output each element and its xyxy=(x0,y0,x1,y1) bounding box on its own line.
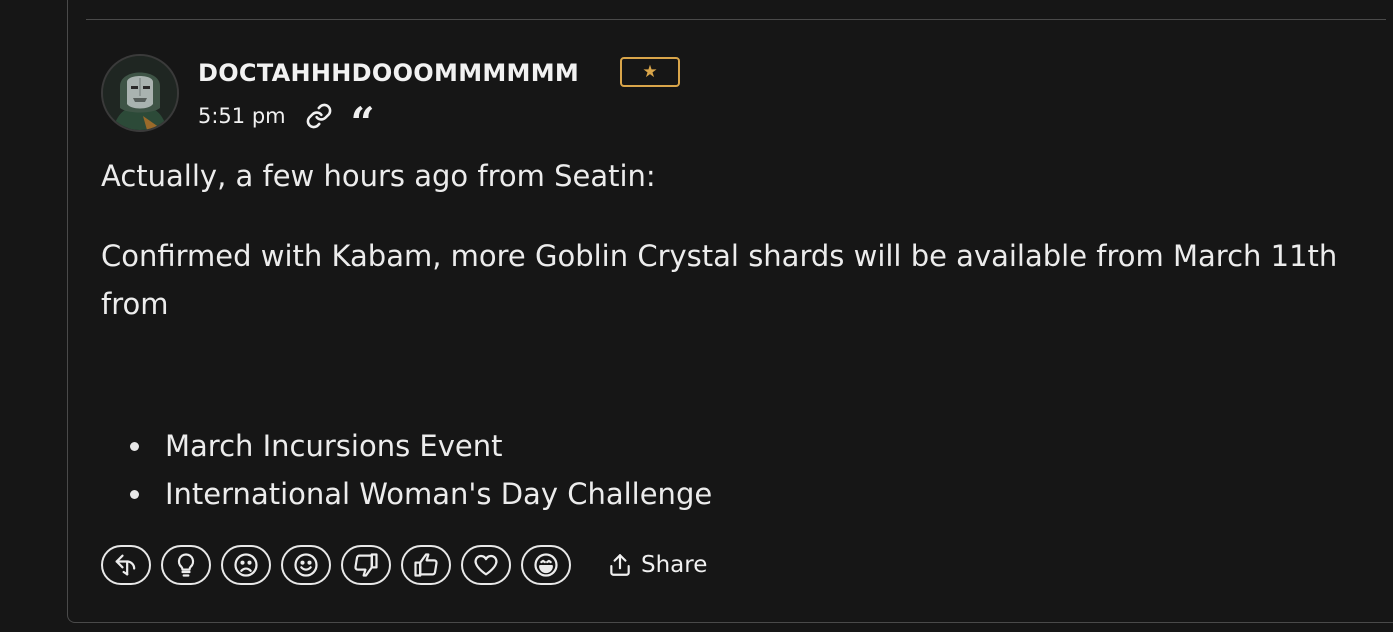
like-icon[interactable] xyxy=(401,545,451,585)
bullet-icon xyxy=(130,490,139,499)
list-item-text: March Incursions Event xyxy=(165,429,503,463)
laugh-icon[interactable] xyxy=(521,545,571,585)
bullet-list: March Incursions Event International Wom… xyxy=(101,422,712,518)
avatar[interactable] xyxy=(101,54,179,132)
dislike-icon[interactable] xyxy=(341,545,391,585)
share-label: Share xyxy=(641,552,708,578)
author-name[interactable]: DOCTAHHHDOOOMMMMMM xyxy=(198,59,579,87)
post-body: Actually, a few hours ago from Seatin: C… xyxy=(101,152,1376,328)
share-button[interactable]: Share xyxy=(607,552,707,578)
post-paragraph: Actually, a few hours ago from Seatin: xyxy=(101,159,656,193)
rank-badge: ★ xyxy=(620,57,680,87)
list-item: March Incursions Event xyxy=(101,422,712,470)
post-divider xyxy=(86,19,1386,20)
bullet-icon xyxy=(130,442,139,451)
link-icon[interactable] xyxy=(304,101,334,131)
share-icon xyxy=(610,554,630,576)
reaction-bar: Share xyxy=(101,545,707,585)
post-timestamp[interactable]: 5:51 pm xyxy=(198,104,286,128)
smile-icon[interactable] xyxy=(281,545,331,585)
love-icon[interactable] xyxy=(461,545,511,585)
sad-icon[interactable] xyxy=(221,545,271,585)
list-item: International Woman's Day Challenge xyxy=(101,470,712,518)
post-paragraph: Confirmed with Kabam, more Goblin Crysta… xyxy=(101,239,1338,321)
insightful-icon[interactable] xyxy=(161,545,211,585)
quote-icon[interactable]: “ xyxy=(348,101,378,144)
reply-icon[interactable] xyxy=(101,545,151,585)
post-meta: 5:51 pm “ xyxy=(198,101,378,144)
list-item-text: International Woman's Day Challenge xyxy=(165,477,713,511)
